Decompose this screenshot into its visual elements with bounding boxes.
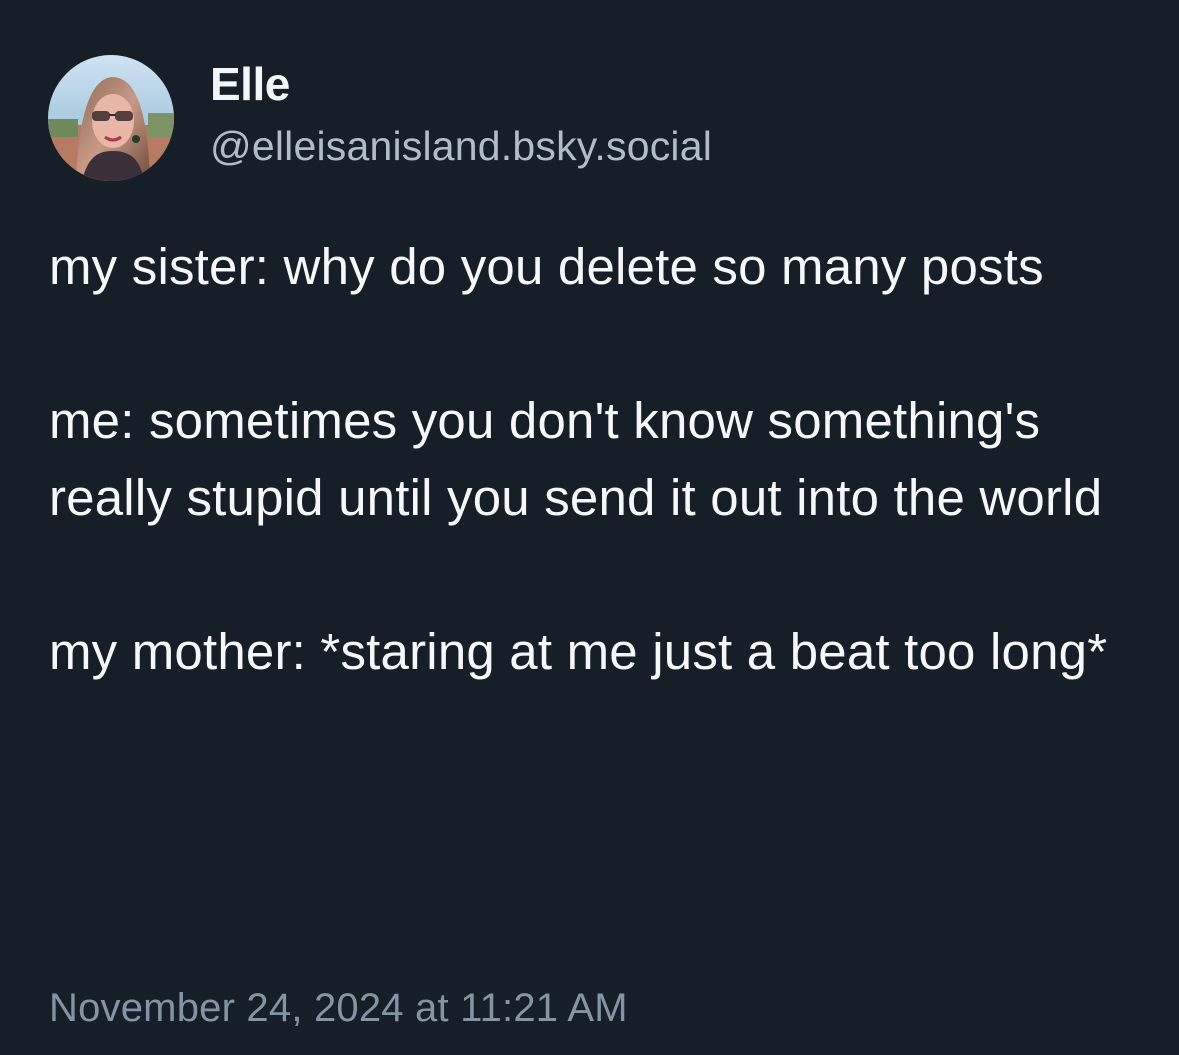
post-paragraph: me: sometimes you don't know something's… bbox=[49, 392, 1103, 526]
author-info: Elle @elleisanisland.bsky.social bbox=[210, 53, 712, 177]
post-timestamp[interactable]: November 24, 2024 at 11:21 AM bbox=[49, 978, 628, 1038]
avatar[interactable] bbox=[48, 55, 174, 181]
post-text: my sister: why do you delete so many pos… bbox=[49, 228, 1139, 690]
avatar-image bbox=[48, 55, 174, 181]
post-paragraph: my mother: *staring at me just a beat to… bbox=[49, 623, 1108, 680]
post-paragraph: my sister: why do you delete so many pos… bbox=[49, 238, 1044, 295]
author-display-name[interactable]: Elle bbox=[210, 53, 712, 115]
author-handle[interactable]: @elleisanisland.bsky.social bbox=[210, 115, 712, 177]
post-card: Elle @elleisanisland.bsky.social my sist… bbox=[0, 0, 1179, 1055]
post-header: Elle @elleisanisland.bsky.social bbox=[48, 54, 712, 182]
